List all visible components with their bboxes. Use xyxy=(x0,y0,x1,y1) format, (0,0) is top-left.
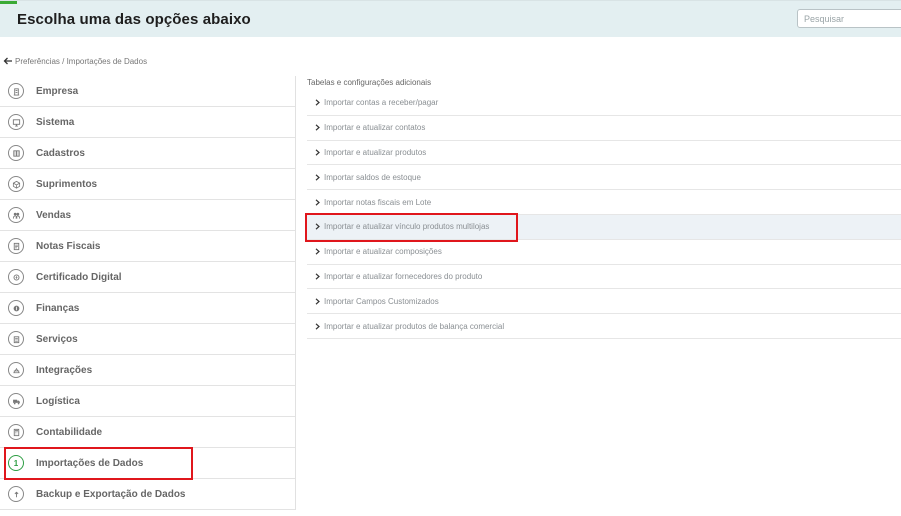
chevron-right-icon xyxy=(315,174,320,181)
certificate-icon xyxy=(8,269,24,285)
sidebar-item-logistica[interactable]: Logística xyxy=(0,386,295,417)
option-label: Importar e atualizar fornecedores do pro… xyxy=(324,271,483,281)
chevron-right-icon xyxy=(315,248,320,255)
sidebar-item-backup-exportacao[interactable]: Backup e Exportação de Dados xyxy=(0,479,295,510)
sidebar-item-label: Empresa xyxy=(36,85,79,97)
chevron-right-icon xyxy=(315,124,320,131)
option-label: Importar e atualizar produtos de balança… xyxy=(324,321,505,331)
plug-icon xyxy=(8,362,24,378)
option-label: Importar e atualizar produtos xyxy=(324,147,427,157)
sidebar-item-label: Certificado Digital xyxy=(36,271,122,283)
panel-title: Tabelas e configurações adicionais xyxy=(307,78,432,87)
option-label: Importar Campos Customizados xyxy=(324,296,439,306)
option-import-composicoes[interactable]: Importar e atualizar composições xyxy=(307,240,901,265)
monitor-icon xyxy=(8,114,24,130)
sidebar-item-label: Importações de Dados xyxy=(36,457,144,469)
sidebar-item-label: Backup e Exportação de Dados xyxy=(36,488,186,500)
option-import-contas[interactable]: Importar contas a receber/pagar xyxy=(307,91,901,116)
page-title: Escolha uma das opções abaixo xyxy=(17,11,251,28)
sidebar-item-contabilidade[interactable]: Contabilidade xyxy=(0,417,295,448)
sidebar-item-label: Finanças xyxy=(36,302,80,314)
option-import-produtos[interactable]: Importar e atualizar produtos xyxy=(307,141,901,166)
backup-icon xyxy=(8,486,24,502)
option-label: Importar e atualizar vínculo produtos mu… xyxy=(324,222,490,232)
sidebar-item-label: Serviços xyxy=(36,333,78,345)
sidebar-item-sistema[interactable]: Sistema xyxy=(0,107,295,138)
chevron-right-icon xyxy=(315,322,320,330)
option-label: Importar notas fiscais em Lote xyxy=(324,197,432,207)
sidebar-item-label: Contabilidade xyxy=(36,426,103,438)
arrow-left-icon[interactable] xyxy=(3,56,13,66)
receipt-icon xyxy=(8,238,24,254)
sidebar-item-certificado-digital[interactable]: Certificado Digital xyxy=(0,262,295,293)
sidebar-item-label: Integrações xyxy=(36,364,93,376)
sidebar-item-importacoes-de-dados[interactable]: 1 Importações de Dados xyxy=(0,448,295,479)
coins-icon xyxy=(8,300,24,316)
option-import-notas-lote[interactable]: Importar notas fiscais em Lote xyxy=(307,190,901,215)
chevron-right-icon xyxy=(315,198,320,206)
option-import-saldos-estoque[interactable]: Importar saldos de estoque xyxy=(307,165,901,191)
sidebar-item-label: Notas Fiscais xyxy=(36,240,101,252)
box-icon xyxy=(8,176,24,192)
sidebar-item-notas-fiscais[interactable]: Notas Fiscais xyxy=(0,231,295,262)
option-import-vinculo-multilojas[interactable]: Importar e atualizar vínculo produtos mu… xyxy=(307,214,901,240)
sidebar-item-integracoes[interactable]: Integrações xyxy=(0,355,295,386)
chevron-right-icon xyxy=(315,149,320,156)
options-list: Importar contas a receber/pagar Importar… xyxy=(307,91,901,339)
truck-icon xyxy=(8,393,24,409)
sidebar-item-vendas[interactable]: Vendas xyxy=(0,200,295,231)
header-accent-bar xyxy=(0,1,17,4)
top-header: Escolha uma das opções abaixo xyxy=(0,0,901,37)
option-import-campos-customizados[interactable]: Importar Campos Customizados xyxy=(307,289,901,315)
calculator-icon xyxy=(8,424,24,440)
sidebar-item-label: Cadastros xyxy=(36,147,85,159)
chevron-right-icon xyxy=(315,99,320,107)
sidebar-item-label: Sistema xyxy=(36,116,75,128)
option-label: Importar contas a receber/pagar xyxy=(324,98,439,108)
option-label: Importar saldos de estoque xyxy=(324,172,421,182)
sidebar-item-label: Logística xyxy=(36,395,80,407)
option-label: Importar e atualizar contatos xyxy=(324,123,426,133)
sidebar-item-suprimentos[interactable]: Suprimentos xyxy=(0,169,295,200)
sidebar-item-label: Vendas xyxy=(36,209,72,221)
building-icon xyxy=(8,83,24,99)
sidebar: Empresa Sistema Cadastros Suprimentos Ve… xyxy=(0,76,296,510)
option-label: Importar e atualizar composições xyxy=(324,247,442,257)
search-input[interactable] xyxy=(797,9,901,28)
chevron-right-icon xyxy=(315,273,320,280)
chevron-right-icon xyxy=(315,298,320,305)
sidebar-item-cadastros[interactable]: Cadastros xyxy=(0,138,295,169)
book-icon xyxy=(8,145,24,161)
option-import-contatos[interactable]: Importar e atualizar contatos xyxy=(307,116,901,141)
clipboard-icon xyxy=(8,331,24,347)
chevron-right-icon xyxy=(315,223,320,231)
handshake-icon xyxy=(8,207,24,223)
option-import-balanca-comercial[interactable]: Importar e atualizar produtos de balança… xyxy=(307,314,901,339)
breadcrumb-text[interactable]: Preferências / Importações de Dados xyxy=(15,57,147,66)
option-import-fornecedores[interactable]: Importar e atualizar fornecedores do pro… xyxy=(307,265,901,290)
breadcrumb: Preferências / Importações de Dados xyxy=(3,54,147,68)
import-icon: 1 xyxy=(8,455,24,471)
sidebar-item-label: Suprimentos xyxy=(36,178,98,190)
sidebar-item-financas[interactable]: Finanças xyxy=(0,293,295,324)
sidebar-item-empresa[interactable]: Empresa xyxy=(0,76,295,107)
sidebar-item-servicos[interactable]: Serviços xyxy=(0,324,295,355)
